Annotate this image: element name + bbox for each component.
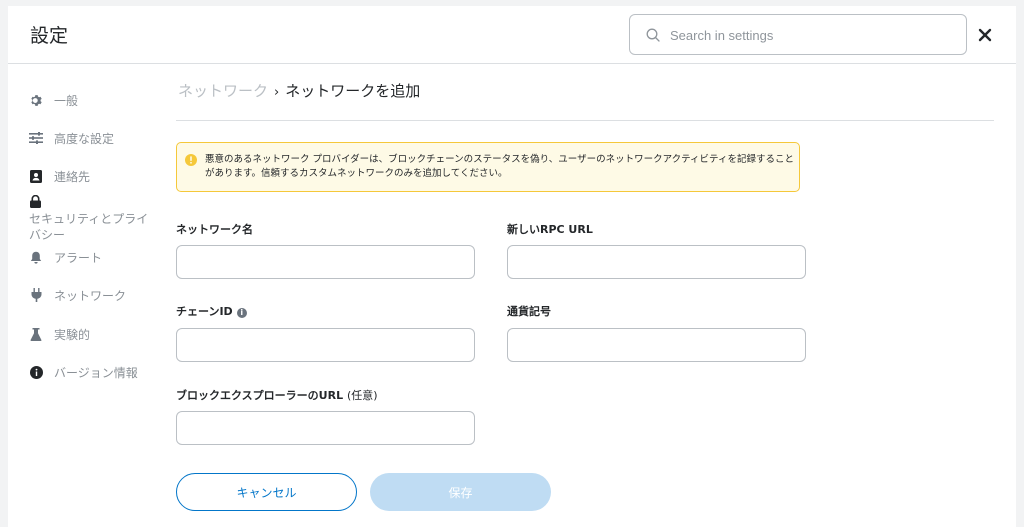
breadcrumb: ネットワーク › ネットワークを追加: [178, 80, 420, 101]
rpc-url-label: 新しいRPC URL: [507, 223, 593, 236]
explorer-url-input[interactable]: [176, 411, 475, 445]
breadcrumb-networks-link[interactable]: ネットワーク: [178, 82, 268, 100]
sidebar-item-label: アラート: [54, 251, 103, 265]
sidebar-item-about[interactable]: バージョン情報: [28, 364, 138, 381]
sidebar-item-alerts[interactable]: アラート: [28, 249, 102, 266]
network-name-label: ネットワーク名: [176, 223, 253, 236]
settings-panel: 設定 一般 高度な設定: [8, 6, 1016, 527]
sidebar-item-label: ネットワーク: [54, 289, 127, 303]
sidebar-item-label: 高度な設定: [54, 132, 115, 146]
sidebar-item-label: 実験的: [54, 328, 91, 342]
breadcrumb-current: ネットワークを追加: [285, 82, 421, 100]
cancel-button[interactable]: キャンセル: [176, 473, 357, 511]
save-button[interactable]: 保存: [370, 473, 551, 511]
sidebar-item-experimental[interactable]: 実験的: [28, 326, 90, 343]
breadcrumb-separator: ›: [274, 85, 280, 100]
warning-info-icon: [185, 154, 197, 166]
search-box[interactable]: [629, 14, 967, 55]
chain-id-label-row: チェーンID i: [176, 303, 247, 319]
currency-symbol-input[interactable]: [507, 328, 806, 362]
sidebar-item-label: 連絡先: [54, 170, 91, 184]
bell-icon: [28, 249, 44, 265]
info-icon: [28, 364, 44, 380]
warning-text: 悪意のあるネットワーク プロバイダーは、ブロックチェーンのステータスを偽り、ユー…: [205, 154, 794, 179]
explorer-url-label: ブロックエクスプローラーのURL: [176, 389, 344, 402]
rpc-url-input[interactable]: [507, 245, 806, 279]
search-input[interactable]: [670, 24, 950, 46]
sidebar-item-advanced[interactable]: 高度な設定: [28, 130, 114, 147]
sliders-icon: [28, 130, 44, 146]
chain-id-label: チェーンID: [176, 305, 233, 318]
gear-icon: [28, 92, 44, 108]
sidebar-item-label: バージョン情報: [54, 366, 138, 380]
header-divider: [176, 120, 994, 121]
chain-id-input[interactable]: [176, 328, 475, 362]
settings-header: 設定: [8, 6, 1016, 64]
search-icon: [646, 28, 660, 42]
chain-id-info-icon[interactable]: i: [236, 308, 247, 318]
warning-banner: 悪意のあるネットワーク プロバイダーは、ブロックチェーンのステータスを偽り、ユー…: [176, 142, 800, 192]
sidebar-item-networks[interactable]: ネットワーク: [28, 287, 126, 304]
explorer-url-label-row: ブロックエクスプローラーのURL (任意): [176, 387, 378, 403]
close-icon[interactable]: [976, 26, 994, 44]
sidebar-item-security[interactable]: セキュリティとプライバシー: [29, 193, 159, 243]
sidebar-item-general[interactable]: 一般: [28, 92, 78, 109]
lock-icon: [30, 193, 46, 209]
network-name-input[interactable]: [176, 245, 475, 279]
page-title: 設定: [30, 25, 69, 47]
sidebar-item-contacts[interactable]: 連絡先: [28, 168, 90, 185]
flask-icon: [28, 326, 44, 342]
currency-symbol-label: 通貨記号: [507, 305, 551, 318]
plug-icon: [28, 287, 44, 303]
sidebar-item-label: 一般: [54, 94, 79, 108]
contact-book-icon: [28, 168, 44, 184]
sidebar-item-label: セキュリティとプライバシー: [29, 212, 149, 242]
explorer-url-optional: (任意): [346, 389, 378, 402]
